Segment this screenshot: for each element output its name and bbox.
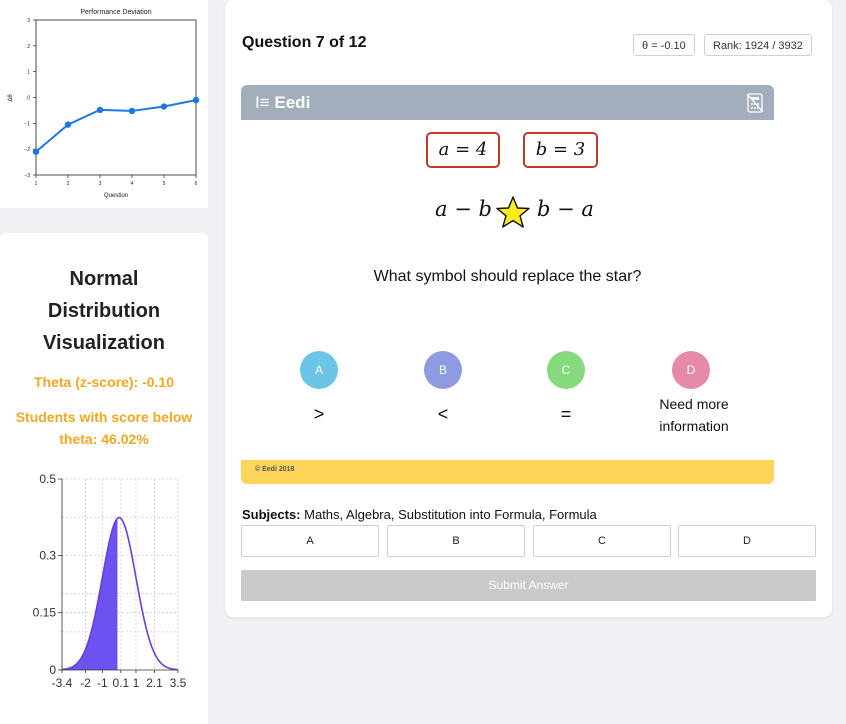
option-d-text: Need more information (634, 393, 754, 437)
y-tick-label: 0 (49, 663, 56, 677)
option-a-badge: A (300, 351, 338, 389)
performance-xlabel: Question (104, 193, 128, 199)
y-tick-label: 1 (27, 70, 30, 76)
option-d-badge: D (672, 351, 710, 389)
option-c-text: = (560, 404, 572, 424)
eedi-brand-text: Eedi (274, 93, 311, 112)
answer-button-c[interactable]: C (533, 525, 671, 557)
normal-distribution-chart: -3.4 -2 -1 0.1 1 2.1 3.5 0.5 0.3 0.15 0 (33, 472, 187, 690)
expression-left: a − b (435, 197, 492, 221)
x-tick-label: 4 (131, 181, 134, 187)
performance-chart-card: Performance Deviation Question Δθ 1 2 3 4 5 6… (0, 0, 208, 208)
subjects-line: Subjects: Maths, Algebra, Substitution i… (242, 507, 597, 522)
submit-answer-button[interactable]: Submit Answer (241, 570, 816, 601)
x-tick-label: 3 (99, 181, 102, 187)
x-tick-label: 6 (195, 181, 198, 187)
copyright-text: © Eedi 2018 (255, 466, 295, 473)
y-tick-label: 3 (27, 18, 30, 24)
answer-button-a[interactable]: A (241, 525, 379, 557)
performance-ylabel: Δθ (8, 94, 14, 102)
x-tick-label: 2.1 (146, 676, 163, 690)
x-tick-label: 1 (35, 181, 38, 187)
question-card: Question 7 of 12 θ = -0.10 Rank: 1924 / … (225, 0, 832, 617)
eedi-logo: I≡ Eedi (255, 93, 310, 113)
x-tick-label: 0.1 (112, 676, 129, 690)
y-tick-label: 0.15 (33, 606, 57, 620)
y-tick-label: 0.5 (39, 472, 56, 486)
normal-distribution-card: Normal Distribution Visualization Theta … (0, 233, 208, 724)
performance-plot-frame (35, 19, 197, 176)
y-tick-label: 2 (27, 44, 30, 50)
option-b-text: < (437, 404, 449, 424)
question-title: Question 7 of 12 (242, 34, 367, 51)
performance-data-point (128, 107, 136, 115)
x-tick-label: -1 (97, 676, 108, 690)
y-tick-label: −2 (24, 147, 30, 153)
option-d-text-line: information (659, 418, 729, 434)
x-tick-label: -2 (80, 676, 91, 690)
answer-button-d[interactable]: D (678, 525, 816, 557)
question-image: I≡ Eedi a = 4 b = 3 a − b b − a What sym… (241, 85, 774, 484)
y-tick-label: 0.3 (39, 548, 56, 562)
x-tick-label: -3.4 (52, 676, 73, 690)
performance-chart: Performance Deviation Question Δθ 1 2 3 4 5 6… (8, 9, 200, 199)
performance-data-point (96, 106, 104, 114)
expression-right: b − a (537, 197, 594, 221)
theta-pill: θ = -0.10 (633, 34, 695, 56)
performance-chart-title: Performance Deviation (80, 9, 151, 16)
x-tick-label: 3.5 (170, 676, 187, 690)
answer-button-b[interactable]: B (387, 525, 525, 557)
performance-data-point (192, 96, 200, 104)
x-tick-label: 2 (67, 181, 70, 187)
y-tick-label: −1 (24, 121, 30, 127)
question-prompt: What symbol should replace the star? (373, 268, 642, 285)
eedi-header: I≡ Eedi (241, 85, 774, 120)
option-c-badge: C (547, 351, 585, 389)
eedi-footer: © Eedi 2018 (241, 460, 774, 484)
x-tick-label: 1 (133, 676, 140, 690)
subjects-label: Subjects: (242, 507, 301, 522)
performance-data-point (64, 121, 72, 128)
performance-data-point (32, 148, 40, 155)
variable-a-box: a = 4 (426, 132, 500, 168)
eedi-logo-icon: I≡ (255, 93, 270, 112)
performance-data-point (160, 103, 168, 110)
x-tick-label: 5 (163, 181, 166, 187)
subjects-value: Maths, Algebra, Substitution into Formul… (304, 507, 597, 522)
y-tick-label: −3 (24, 173, 30, 179)
variable-b-box: b = 3 (523, 132, 598, 168)
performance-series-line (35, 99, 197, 153)
option-b-badge: B (424, 351, 462, 389)
option-a-text: > (313, 404, 325, 424)
option-d-text-line: Need more (659, 396, 729, 412)
star-icon (496, 196, 530, 228)
y-tick-label: 0 (27, 96, 30, 102)
rank-pill: Rank: 1924 / 3932 (704, 34, 812, 56)
calculator-crossed-icon (746, 93, 764, 113)
